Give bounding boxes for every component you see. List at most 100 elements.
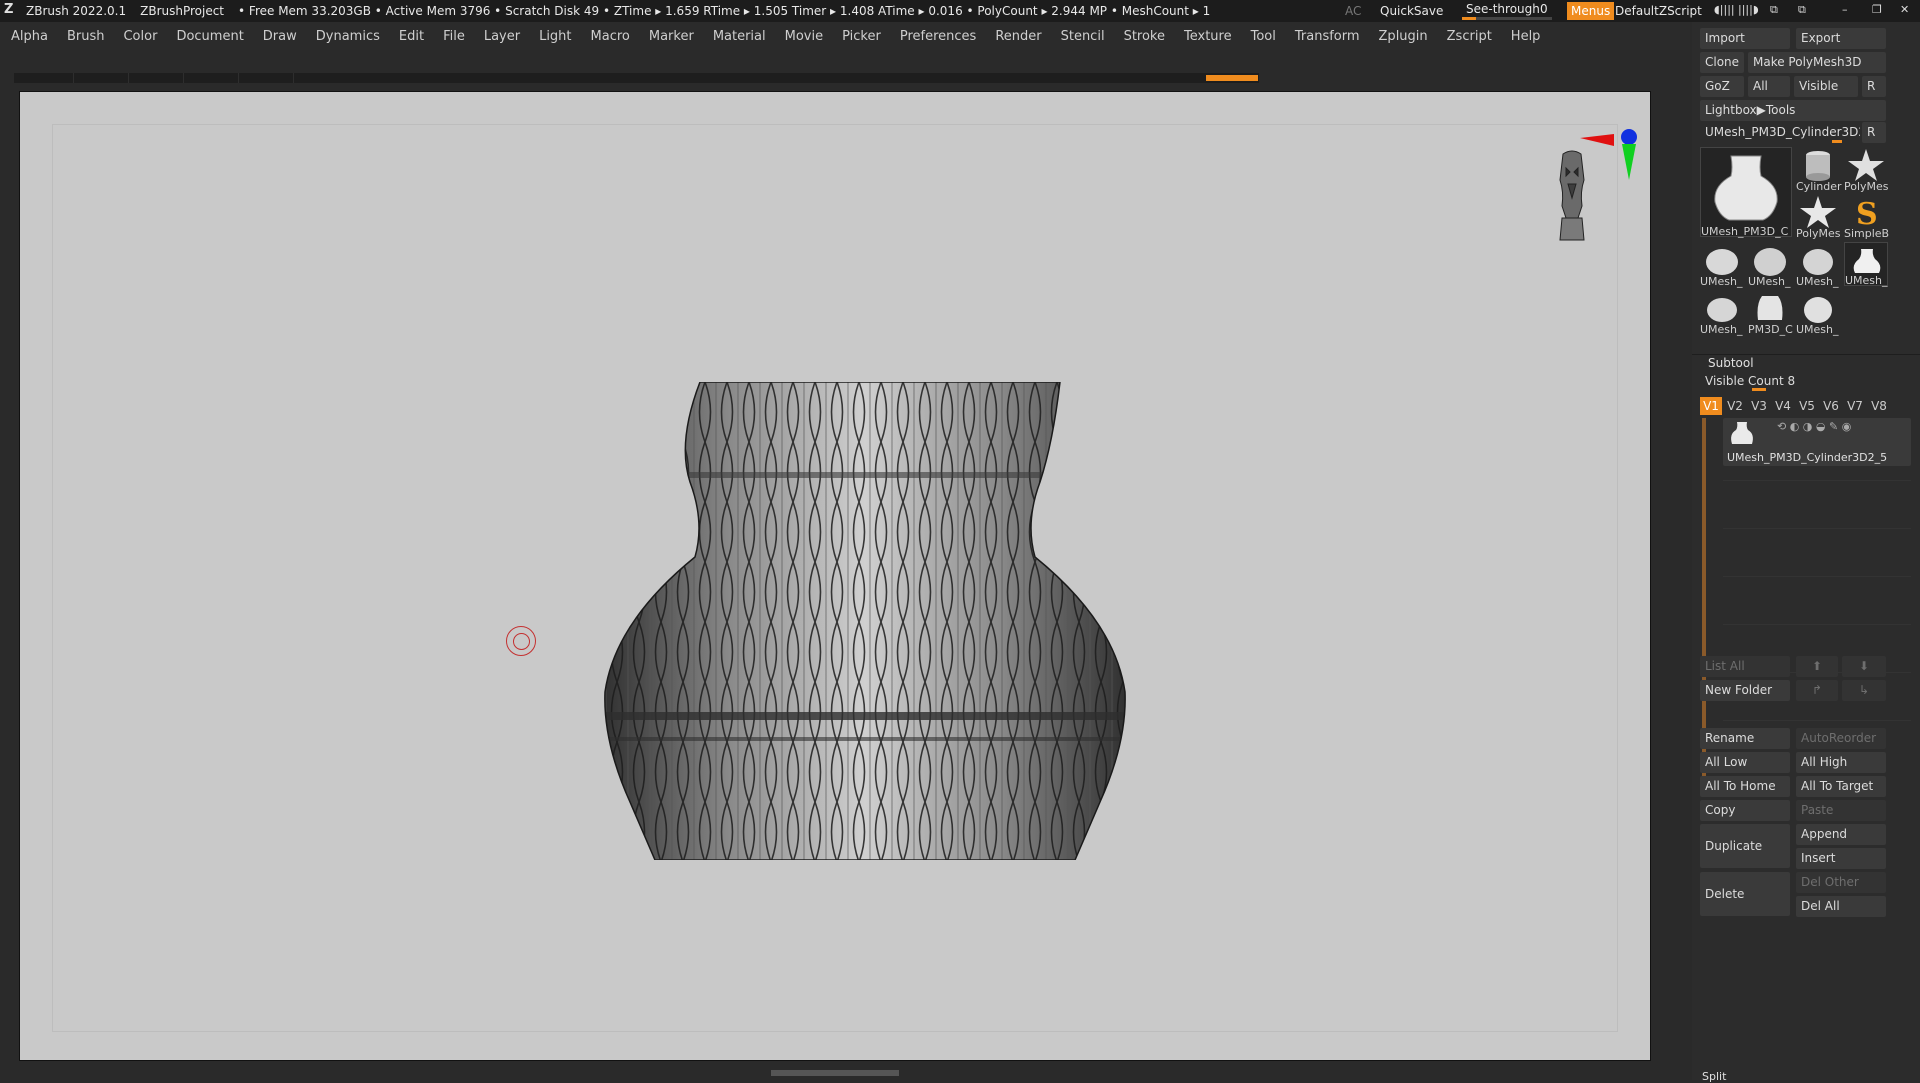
tool-thumb-simplebrush[interactable]: S SimpleB [1844, 194, 1889, 240]
move-into-icon[interactable]: ↳ [1842, 680, 1886, 701]
subtool-title[interactable]: Subtool [1708, 356, 1754, 370]
window-config-icon[interactable]: ⧉ [1798, 3, 1806, 17]
menu-draw[interactable]: Draw [263, 29, 297, 44]
menu-transform[interactable]: Transform [1295, 29, 1360, 44]
minimize-icon[interactable]: – [1842, 3, 1848, 16]
menu-picker[interactable]: Picker [842, 29, 881, 44]
menu-stencil[interactable]: Stencil [1061, 29, 1105, 44]
top-shelf[interactable] [14, 73, 1259, 83]
menu-texture[interactable]: Texture [1184, 29, 1232, 44]
tool-r-button[interactable]: R [1862, 122, 1886, 143]
autoreorder-button[interactable]: AutoReorder [1796, 728, 1886, 749]
left-tray[interactable] [0, 50, 14, 1080]
goz-r-button[interactable]: R [1862, 76, 1886, 97]
close-icon[interactable]: ✕ [1900, 3, 1909, 16]
quicksave-button[interactable]: QuickSave [1380, 4, 1443, 18]
vase-model[interactable] [595, 382, 1135, 860]
all-to-home-button[interactable]: All To Home [1700, 776, 1790, 797]
see-through-slider[interactable]: See-through 0 [1462, 1, 1557, 21]
layout-alt-icon[interactable]: ||||◗ [1738, 3, 1759, 16]
tool-thumb-polymesh[interactable]: PolyMes [1844, 147, 1889, 193]
subtool-item-icons[interactable]: ⟲ ◐ ◑ ◒ ✎ ◉ [1777, 420, 1851, 433]
delete-button[interactable]: Delete [1700, 872, 1790, 916]
menu-document[interactable]: Document [176, 29, 243, 44]
all-to-target-button[interactable]: All To Target [1796, 776, 1886, 797]
del-all-button[interactable]: Del All [1796, 896, 1886, 917]
tool-thumb-current[interactable]: UMesh_PM3D_C [1700, 147, 1792, 238]
new-folder-button[interactable]: New Folder [1700, 680, 1790, 701]
menu-help[interactable]: Help [1511, 29, 1541, 44]
tool-thumb-umesh-5[interactable]: UMesh_ [1700, 290, 1744, 336]
tool-thumb-polymesh-2[interactable]: PolyMes [1796, 194, 1841, 240]
lightbox-tools-button[interactable]: Lightbox▶Tools [1700, 100, 1886, 121]
document-canvas[interactable] [19, 91, 1651, 1061]
move-down-icon[interactable]: ⬇ [1842, 656, 1886, 677]
menu-zscript[interactable]: Zscript [1447, 29, 1492, 44]
tab-v3[interactable]: V3 [1748, 397, 1770, 415]
tool-thumb-umesh-1[interactable]: UMesh_ [1700, 242, 1744, 288]
export-button[interactable]: Export [1796, 28, 1886, 49]
menu-movie[interactable]: Movie [785, 29, 823, 44]
import-button[interactable]: Import [1700, 28, 1790, 49]
menu-marker[interactable]: Marker [649, 29, 694, 44]
menu-stroke[interactable]: Stroke [1124, 29, 1165, 44]
layout-icon[interactable]: ◖|||| [1714, 3, 1735, 16]
menu-brush[interactable]: Brush [67, 29, 105, 44]
menu-dynamics[interactable]: Dynamics [316, 29, 380, 44]
tab-v4[interactable]: V4 [1772, 397, 1794, 415]
goz-all-button[interactable]: All [1748, 76, 1790, 97]
make-polymesh-button[interactable]: Make PolyMesh3D [1748, 52, 1886, 73]
tool-thumb-umesh-4[interactable]: UMesh_ [1844, 242, 1888, 287]
menu-edit[interactable]: Edit [399, 29, 424, 44]
tool-thumb-umesh-3[interactable]: UMesh_ [1796, 242, 1840, 288]
tool-thumb-umesh-2[interactable]: UMesh_ [1748, 242, 1792, 288]
menu-layer[interactable]: Layer [484, 29, 520, 44]
tab-v1[interactable]: V1 [1700, 397, 1722, 415]
menu-render[interactable]: Render [995, 29, 1041, 44]
menu-material[interactable]: Material [713, 29, 766, 44]
right-tray-divider[interactable] [1655, 50, 1690, 1080]
tool-thumb-umesh-6[interactable]: UMesh_ [1796, 290, 1840, 336]
tool-thumb-cylinder[interactable]: Cylinder [1796, 147, 1842, 193]
navigation-gizmo-icon[interactable] [1520, 120, 1640, 250]
append-button[interactable]: Append [1796, 824, 1886, 845]
menus-toggle[interactable]: Menus [1567, 2, 1615, 20]
menu-alpha[interactable]: Alpha [11, 29, 48, 44]
list-all-button[interactable]: List All [1700, 656, 1790, 677]
menu-light[interactable]: Light [539, 29, 571, 44]
goz-visible-button[interactable]: Visible [1794, 76, 1858, 97]
del-other-button[interactable]: Del Other [1796, 872, 1886, 893]
tab-v5[interactable]: V5 [1796, 397, 1818, 415]
menu-file[interactable]: File [443, 29, 465, 44]
split-section-title[interactable]: Split [1702, 1070, 1726, 1083]
menu-zplugin[interactable]: Zplugin [1379, 29, 1428, 44]
tool-thumb-pm3d[interactable]: PM3D_C [1748, 290, 1793, 336]
tab-v2[interactable]: V2 [1724, 397, 1746, 415]
rename-button[interactable]: Rename [1700, 728, 1790, 749]
clone-button[interactable]: Clone [1700, 52, 1744, 73]
all-high-button[interactable]: All High [1796, 752, 1886, 773]
tab-v6[interactable]: V6 [1820, 397, 1842, 415]
tab-v7[interactable]: V7 [1844, 397, 1866, 415]
duplicate-button[interactable]: Duplicate [1700, 824, 1790, 868]
paste-button[interactable]: Paste [1796, 800, 1886, 821]
menu-color[interactable]: Color [123, 29, 157, 44]
timeline-marker[interactable] [1206, 75, 1258, 81]
tab-v8[interactable]: V8 [1868, 397, 1890, 415]
menu-macro[interactable]: Macro [591, 29, 630, 44]
ac-toggle[interactable]: AC [1345, 4, 1361, 18]
subtool-item[interactable]: ⟲ ◐ ◑ ◒ ✎ ◉ UMesh_PM3D_Cylinder3D2_5 [1723, 418, 1911, 466]
menu-preferences[interactable]: Preferences [900, 29, 976, 44]
insert-button[interactable]: Insert [1796, 848, 1886, 869]
restore-icon[interactable]: ❐ [1872, 3, 1882, 16]
all-low-button[interactable]: All Low [1700, 752, 1790, 773]
move-up-icon[interactable]: ⬆ [1796, 656, 1838, 677]
visible-count-slider[interactable]: Visible Count 8 [1700, 372, 1886, 390]
copy-button[interactable]: Copy [1700, 800, 1790, 821]
goz-button[interactable]: GoZ [1700, 76, 1744, 97]
menu-tool[interactable]: Tool [1251, 29, 1276, 44]
default-zscript-button[interactable]: DefaultZScript [1615, 4, 1702, 18]
move-right-icon[interactable]: ↱ [1796, 680, 1838, 701]
window-layout-icon[interactable]: ⧉ [1770, 3, 1778, 17]
bottom-tray-handle[interactable] [771, 1070, 899, 1076]
